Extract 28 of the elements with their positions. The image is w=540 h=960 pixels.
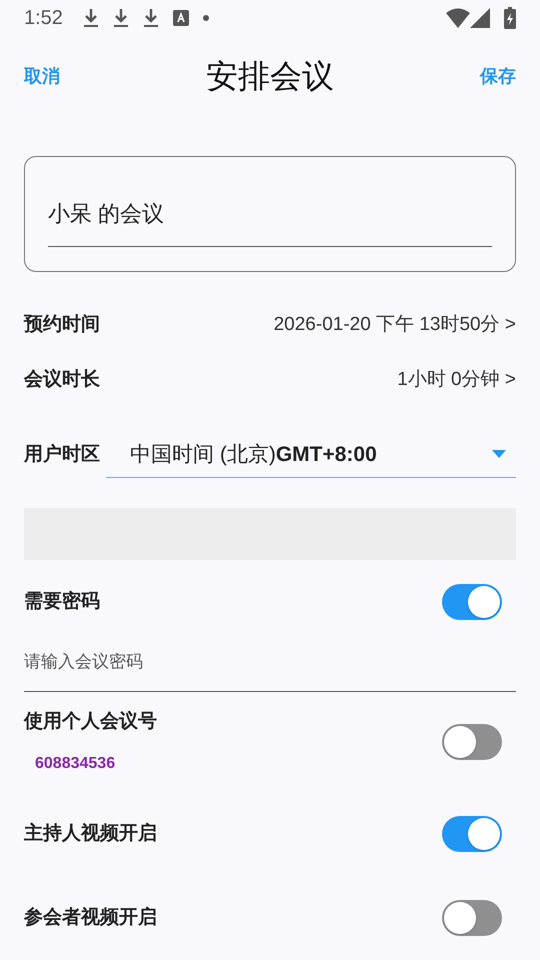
battery-icon [504, 6, 516, 29]
setting-label: 需要密码 [24, 590, 100, 614]
toggle-switch[interactable] [442, 816, 502, 852]
toggle-switch[interactable] [442, 584, 502, 620]
topic-field[interactable]: 小呆 的会议 [48, 197, 492, 248]
meeting-number: 608834536 [35, 754, 116, 774]
toggle-switch[interactable] [442, 900, 502, 936]
page-title: 安排会议 [206, 57, 334, 96]
wifi-icon [446, 8, 470, 28]
dot-icon [202, 14, 209, 21]
status-time: 1:52 [24, 6, 63, 31]
keyboard-icon [172, 10, 189, 26]
setting-label: 使用个人会议号 [24, 710, 157, 734]
toggle-switch[interactable] [442, 724, 502, 760]
setting-label: 参会者视频开启 [24, 906, 157, 930]
download-icon [82, 6, 99, 29]
row-value[interactable]: 1小时 0分钟 > [397, 366, 516, 395]
timezone-label: 用户时区 [24, 442, 100, 468]
row-label: 预约时间 [24, 313, 100, 338]
signal-icon [470, 8, 490, 28]
download-icon [142, 6, 159, 29]
dropdown-arrow-icon [492, 450, 506, 458]
password-field[interactable]: 请输入会议密码 [24, 634, 516, 692]
timezone-dropdown[interactable]: 中国时间 (北京)GMT+8:00 [106, 432, 516, 478]
row-label: 会议时长 [24, 368, 100, 392]
setting-label: 主持人视频开启 [24, 822, 157, 846]
download-icon [112, 6, 129, 29]
row-value[interactable]: 2026-01-20 下午 13时50分 > [274, 311, 516, 340]
